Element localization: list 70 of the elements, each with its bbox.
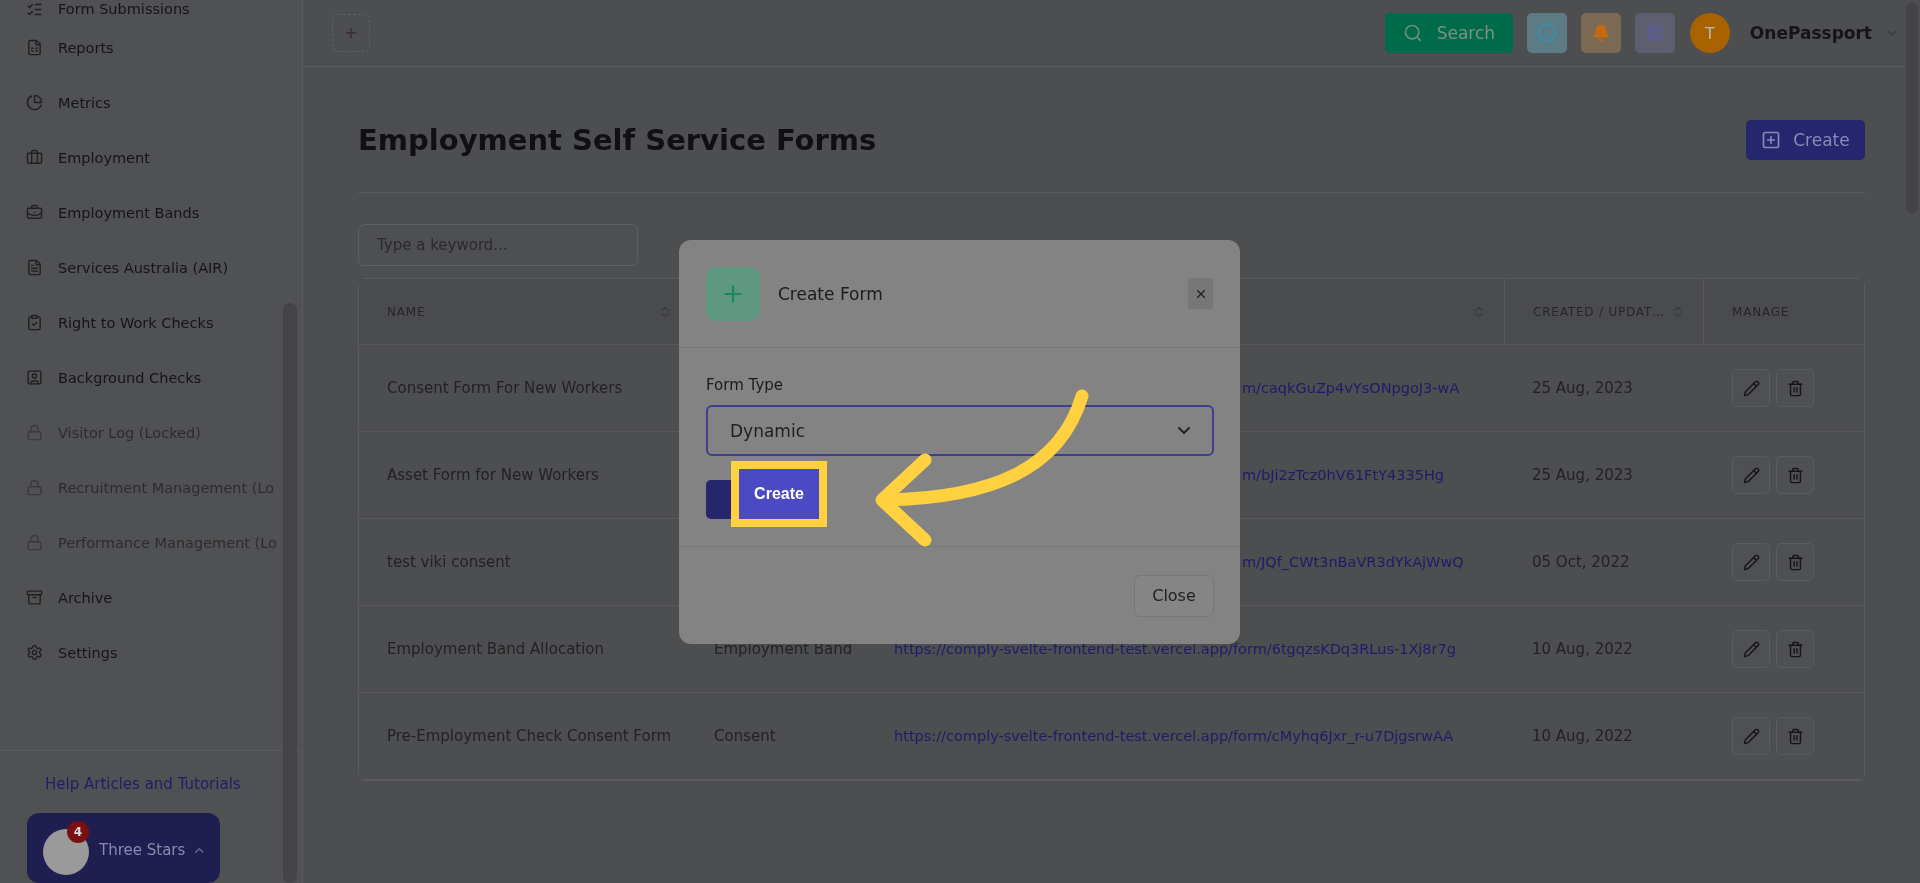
add-button[interactable]: [332, 14, 370, 52]
button-edge: [706, 479, 731, 519]
edit-button[interactable]: [1732, 717, 1770, 755]
edit-button[interactable]: [1732, 369, 1770, 407]
delete-button[interactable]: [1776, 630, 1814, 668]
lock-icon: [26, 534, 43, 551]
trash-icon: [1786, 379, 1804, 397]
info-button[interactable]: [1526, 13, 1567, 53]
chevron-down-icon: [1178, 427, 1190, 434]
create-button[interactable]: Create: [739, 469, 819, 519]
edit-button[interactable]: [1732, 630, 1770, 668]
search-icon: [1402, 23, 1423, 43]
delete-button[interactable]: [1776, 369, 1814, 407]
trash-icon: [1786, 727, 1804, 745]
account-name: Three Stars: [99, 841, 186, 859]
menu-item-icon: [26, 644, 43, 661]
sidebar-item[interactable]: Employment: [26, 130, 150, 185]
menu-item-icon: [26, 369, 43, 386]
trash-icon: [1786, 466, 1804, 484]
delete-button[interactable]: [1776, 543, 1814, 581]
sidebar-item[interactable]: Background Checks: [26, 350, 202, 405]
menu-item-icon: [26, 259, 43, 276]
menu-item-icon: [26, 204, 43, 221]
square-plus-icon: [1761, 129, 1782, 150]
sidebar-item[interactable]: Right to Work Checks: [26, 295, 214, 350]
page-title: Employment Self Service Forms: [358, 122, 877, 157]
notification-count: 4: [67, 821, 89, 843]
sidebar-item[interactable]: Reports: [26, 20, 114, 75]
menu-item-icon: [26, 589, 43, 606]
sidebar-item[interactable]: Services Australia (AIR): [26, 240, 229, 295]
sidebar-item[interactable]: Employment Bands: [26, 185, 200, 240]
grid-icon: [1645, 24, 1664, 42]
user-avatar[interactable]: T: [1689, 13, 1730, 53]
field-label: Form Type: [706, 376, 784, 394]
create-button[interactable]: Create: [1746, 119, 1865, 160]
menu-item-icon: [26, 149, 43, 166]
plus-icon: [343, 25, 359, 41]
notifications-button[interactable]: [1580, 13, 1621, 53]
delete-button[interactable]: [1776, 456, 1814, 494]
lock-icon: [26, 424, 43, 441]
pencil-icon: [1742, 466, 1760, 484]
trash-icon: [1786, 640, 1804, 658]
chevron-up-icon: [195, 847, 204, 854]
account-card[interactable]: 4 Three Stars: [27, 813, 220, 883]
pencil-icon: [1742, 553, 1760, 571]
avatar-circle: [43, 829, 89, 875]
pencil-icon: [1742, 640, 1760, 658]
pencil-icon: [1742, 379, 1760, 397]
pencil-icon: [1742, 727, 1760, 745]
edit-button[interactable]: [1732, 543, 1770, 581]
edit-button[interactable]: [1732, 456, 1770, 494]
menu-item-icon: [26, 314, 43, 331]
sidebar-item[interactable]: Form Submissions: [26, 0, 190, 20]
sidebar-item[interactable]: Archive: [26, 570, 113, 625]
close-button[interactable]: Close: [1134, 574, 1214, 617]
form-type-select[interactable]: Dynamic: [706, 405, 1214, 456]
info-icon: [1536, 23, 1557, 43]
menu-item-icon: [26, 94, 43, 111]
trash-icon: [1786, 553, 1804, 571]
dialog-title: Create Form: [778, 283, 884, 304]
menu-item-icon: [26, 39, 43, 56]
lock-icon: [26, 479, 43, 496]
account-menu[interactable]: OnePassport: [1743, 23, 1900, 43]
delete-button[interactable]: [1776, 717, 1814, 755]
scrollbar-thumb[interactable]: [283, 303, 297, 883]
search-button[interactable]: Search: [1384, 13, 1513, 53]
close-button[interactable]: [1188, 278, 1213, 309]
sidebar-item[interactable]: Metrics: [26, 75, 111, 130]
sidebar-item[interactable]: Settings: [26, 625, 118, 680]
bell-icon: [1591, 24, 1610, 42]
